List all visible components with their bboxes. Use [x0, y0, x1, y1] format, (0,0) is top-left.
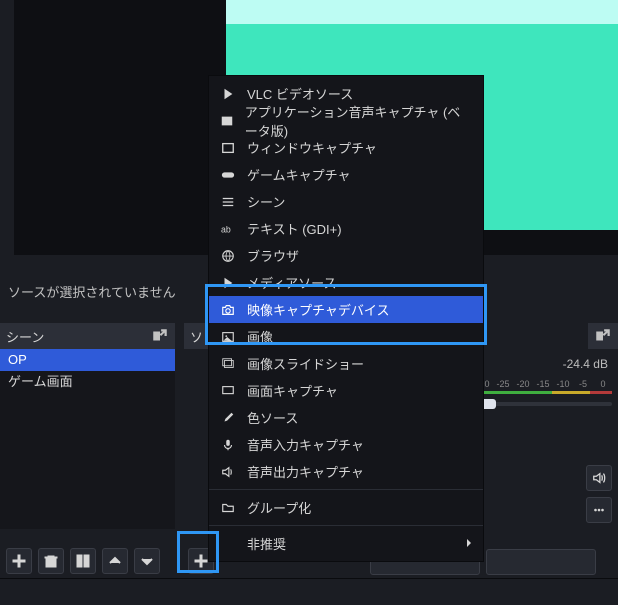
menu-item-browser[interactable]: ブラウザ	[209, 242, 483, 269]
ab-icon: ab	[219, 222, 237, 236]
footer-button-2[interactable]	[486, 549, 596, 575]
svg-text:ab: ab	[221, 224, 231, 234]
speaker-icon	[219, 465, 237, 479]
menu-item-deprecated[interactable]: 非推奨	[209, 530, 483, 557]
popout-icon	[594, 327, 612, 345]
volume-slider[interactable]	[462, 401, 612, 407]
play-icon	[219, 276, 237, 290]
add-source-menu: VLC ビデオソース アプリケーション音声キャプチャ (ベータ版) ウィンドウキ…	[208, 75, 484, 562]
menu-item-video-capture[interactable]: 映像キャプチャデバイス	[209, 296, 483, 323]
scenes-list[interactable]: OP ゲーム画面	[0, 349, 175, 529]
play-icon	[219, 87, 237, 101]
audio-panel-popout[interactable]	[588, 323, 618, 349]
bars-icon	[219, 195, 237, 209]
monitor-icon	[219, 384, 237, 398]
menu-item-color-source[interactable]: 色ソース	[209, 404, 483, 431]
scenes-toolbar	[6, 547, 160, 575]
scene-item-op[interactable]: OP	[0, 349, 175, 371]
mute-button[interactable]	[586, 465, 612, 491]
scene-item-game[interactable]: ゲーム画面	[0, 371, 175, 393]
menu-item-image[interactable]: 画像	[209, 323, 483, 350]
chevron-right-icon	[465, 536, 473, 551]
audio-settings-button[interactable]	[586, 497, 612, 523]
menu-separator	[209, 525, 483, 526]
menu-item-group[interactable]: グループ化	[209, 494, 483, 521]
menu-separator	[209, 489, 483, 490]
gamepad-icon	[219, 168, 237, 182]
camera-icon	[219, 303, 237, 317]
menu-item-window-capture[interactable]: ウィンドウキャプチャ	[209, 134, 483, 161]
images-icon	[219, 357, 237, 371]
remove-scene-button[interactable]	[38, 548, 64, 574]
audio-meter	[462, 391, 612, 394]
move-scene-up-button[interactable]	[102, 548, 128, 574]
menu-item-display-capture[interactable]: 画面キャプチャ	[209, 377, 483, 404]
image-icon	[219, 330, 237, 344]
menu-item-audio-input[interactable]: 音声入力キャプチャ	[209, 431, 483, 458]
menu-item-text[interactable]: abテキスト (GDI+)	[209, 215, 483, 242]
popout-icon[interactable]	[151, 327, 169, 345]
menu-item-game-capture[interactable]: ゲームキャプチャ	[209, 161, 483, 188]
menu-item-slideshow[interactable]: 画像スライドショー	[209, 350, 483, 377]
window-icon	[219, 141, 237, 155]
folder-icon	[219, 501, 237, 515]
no-source-label: ソースが選択されていません	[8, 282, 176, 301]
color-source-preview-top	[226, 0, 618, 24]
move-scene-down-button[interactable]	[134, 548, 160, 574]
window-audio-icon	[219, 114, 235, 128]
mic-icon	[219, 438, 237, 452]
menu-item-app-audio[interactable]: アプリケーション音声キャプチャ (ベータ版)	[209, 107, 483, 134]
scenes-title: シーン	[6, 327, 151, 346]
db-label: -24.4 dB	[563, 357, 608, 371]
brush-icon	[219, 411, 237, 425]
scene-filters-button[interactable]	[70, 548, 96, 574]
globe-icon	[219, 249, 237, 263]
scenes-panel-header: シーン	[0, 323, 175, 349]
menu-item-audio-output[interactable]: 音声出力キャプチャ	[209, 458, 483, 485]
menu-item-scene[interactable]: シーン	[209, 188, 483, 215]
menu-item-media[interactable]: メディアソース	[209, 269, 483, 296]
add-scene-button[interactable]	[6, 548, 32, 574]
